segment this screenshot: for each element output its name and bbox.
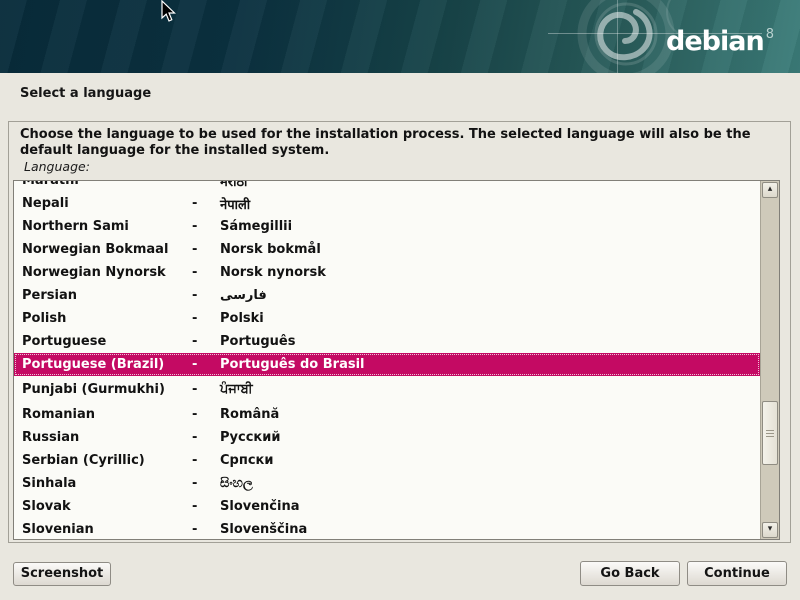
language-native-name: Sámegillii [220, 219, 760, 234]
language-native-name: Српски [220, 453, 760, 468]
screenshot-button[interactable]: Screenshot [13, 562, 111, 586]
thumb-grip [766, 433, 774, 434]
chevron-up-icon: ▴ [768, 184, 773, 194]
language-name: Punjabi (Gurmukhi) [22, 382, 192, 397]
installer-banner: debian8 [0, 0, 800, 73]
language-separator: - [192, 357, 220, 372]
language-name: Polish [22, 311, 192, 326]
scroll-up-button[interactable]: ▴ [762, 182, 778, 198]
language-row-norwegian-bokmaal[interactable]: Norwegian Bokmaal - Norsk bokmål [14, 238, 760, 261]
language-native-name: Slovenčina [220, 499, 760, 514]
scrollbar[interactable]: ▴ ▾ [760, 181, 779, 539]
language-native-name: ਪੰਜਾਬੀ [220, 382, 760, 397]
language-name: Slovak [22, 499, 192, 514]
language-name: Nepali [22, 196, 192, 211]
language-name: Persian [22, 288, 192, 303]
language-separator: - [192, 265, 220, 280]
language-name: Portuguese [22, 334, 192, 349]
main-panel: Choose the language to be used for the i… [8, 121, 791, 543]
language-separator: - [192, 382, 220, 397]
language-row-russian[interactable]: Russian - Русский [14, 426, 760, 449]
language-row-portuguese-brazil[interactable]: Portuguese (Brazil) - Português do Brasi… [14, 353, 760, 376]
language-name: Portuguese (Brazil) [22, 357, 192, 372]
thumb-grip [766, 430, 774, 431]
language-name: Serbian (Cyrillic) [22, 453, 192, 468]
language-row-norwegian-nynorsk[interactable]: Norwegian Nynorsk - Norsk nynorsk [14, 261, 760, 284]
language-name: Slovenian [22, 522, 192, 537]
language-name: Romanian [22, 407, 192, 422]
language-row-nepali[interactable]: Nepali - नेपाली [14, 192, 760, 215]
language-separator: - [192, 522, 220, 537]
page-title: Select a language [20, 86, 151, 101]
language-row-portuguese[interactable]: Portuguese - Português [14, 330, 760, 353]
language-row-slovenian[interactable]: Slovenian - Slovenščina [14, 518, 760, 539]
debian-wordmark: debian [666, 26, 764, 57]
language-separator: - [192, 288, 220, 303]
language-separator: - [192, 242, 220, 257]
scroll-down-button[interactable]: ▾ [762, 522, 778, 538]
language-row-punjabi-gurmukhi[interactable]: Punjabi (Gurmukhi) - ਪੰਜਾਬੀ [14, 376, 760, 403]
language-separator: - [192, 311, 220, 326]
language-name: Russian [22, 430, 192, 445]
language-name: Norwegian Bokmaal [22, 242, 192, 257]
chevron-down-icon: ▾ [768, 524, 773, 534]
language-native-name: Română [220, 407, 760, 422]
language-listbox[interactable]: Marathi - मराठी Nepali - नेपाली Northern… [13, 180, 780, 540]
language-native-name: Slovenščina [220, 522, 760, 537]
thumb-grip [766, 436, 774, 437]
language-name: Sinhala [22, 476, 192, 491]
language-row-romanian[interactable]: Romanian - Română [14, 403, 760, 426]
language-separator: - [192, 407, 220, 422]
language-native-name: Polski [220, 311, 760, 326]
language-native-name: Português do Brasil [220, 357, 760, 372]
language-native-name: नेपाली [220, 195, 760, 213]
language-separator: - [192, 196, 220, 211]
language-name: Marathi [22, 181, 192, 188]
language-row-serbian-cyrillic[interactable]: Serbian (Cyrillic) - Српски [14, 449, 760, 472]
language-native-name: සිංහල [220, 476, 760, 491]
language-native-name: Norsk bokmål [220, 242, 760, 257]
mouse-cursor [160, 0, 176, 24]
language-row-persian[interactable]: Persian - فارسی [14, 284, 760, 307]
language-row-slovak[interactable]: Slovak - Slovenčina [14, 495, 760, 518]
language-separator: - [192, 219, 220, 234]
continue-button[interactable]: Continue [687, 561, 787, 586]
language-rows: Marathi - मराठी Nepali - नेपाली Northern… [14, 181, 760, 539]
go-back-button[interactable]: Go Back [580, 561, 680, 586]
language-native-name: فارسی [220, 288, 760, 303]
language-separator: - [192, 334, 220, 349]
instruction-text: Choose the language to be used for the i… [20, 127, 782, 159]
language-name: Northern Sami [22, 219, 192, 234]
language-separator: - [192, 476, 220, 491]
language-separator: - [192, 453, 220, 468]
debian-logo: debian8 [666, 20, 774, 57]
language-row-polish[interactable]: Polish - Polski [14, 307, 760, 330]
language-separator: - [192, 181, 220, 188]
language-list-label: Language: [24, 159, 90, 174]
scroll-thumb[interactable] [762, 401, 778, 465]
language-native-name: Português [220, 334, 760, 349]
language-row-marathi[interactable]: Marathi - मराठी [14, 181, 760, 192]
language-separator: - [192, 430, 220, 445]
language-native-name: Norsk nynorsk [220, 265, 760, 280]
language-row-sinhala[interactable]: Sinhala - සිංහල [14, 472, 760, 495]
language-separator: - [192, 499, 220, 514]
language-name: Norwegian Nynorsk [22, 265, 192, 280]
language-row-northern-sami[interactable]: Northern Sami - Sámegillii [14, 215, 760, 238]
language-native-name: Русский [220, 430, 760, 445]
debian-version: 8 [766, 27, 774, 42]
language-native-name: मराठी [220, 181, 760, 190]
